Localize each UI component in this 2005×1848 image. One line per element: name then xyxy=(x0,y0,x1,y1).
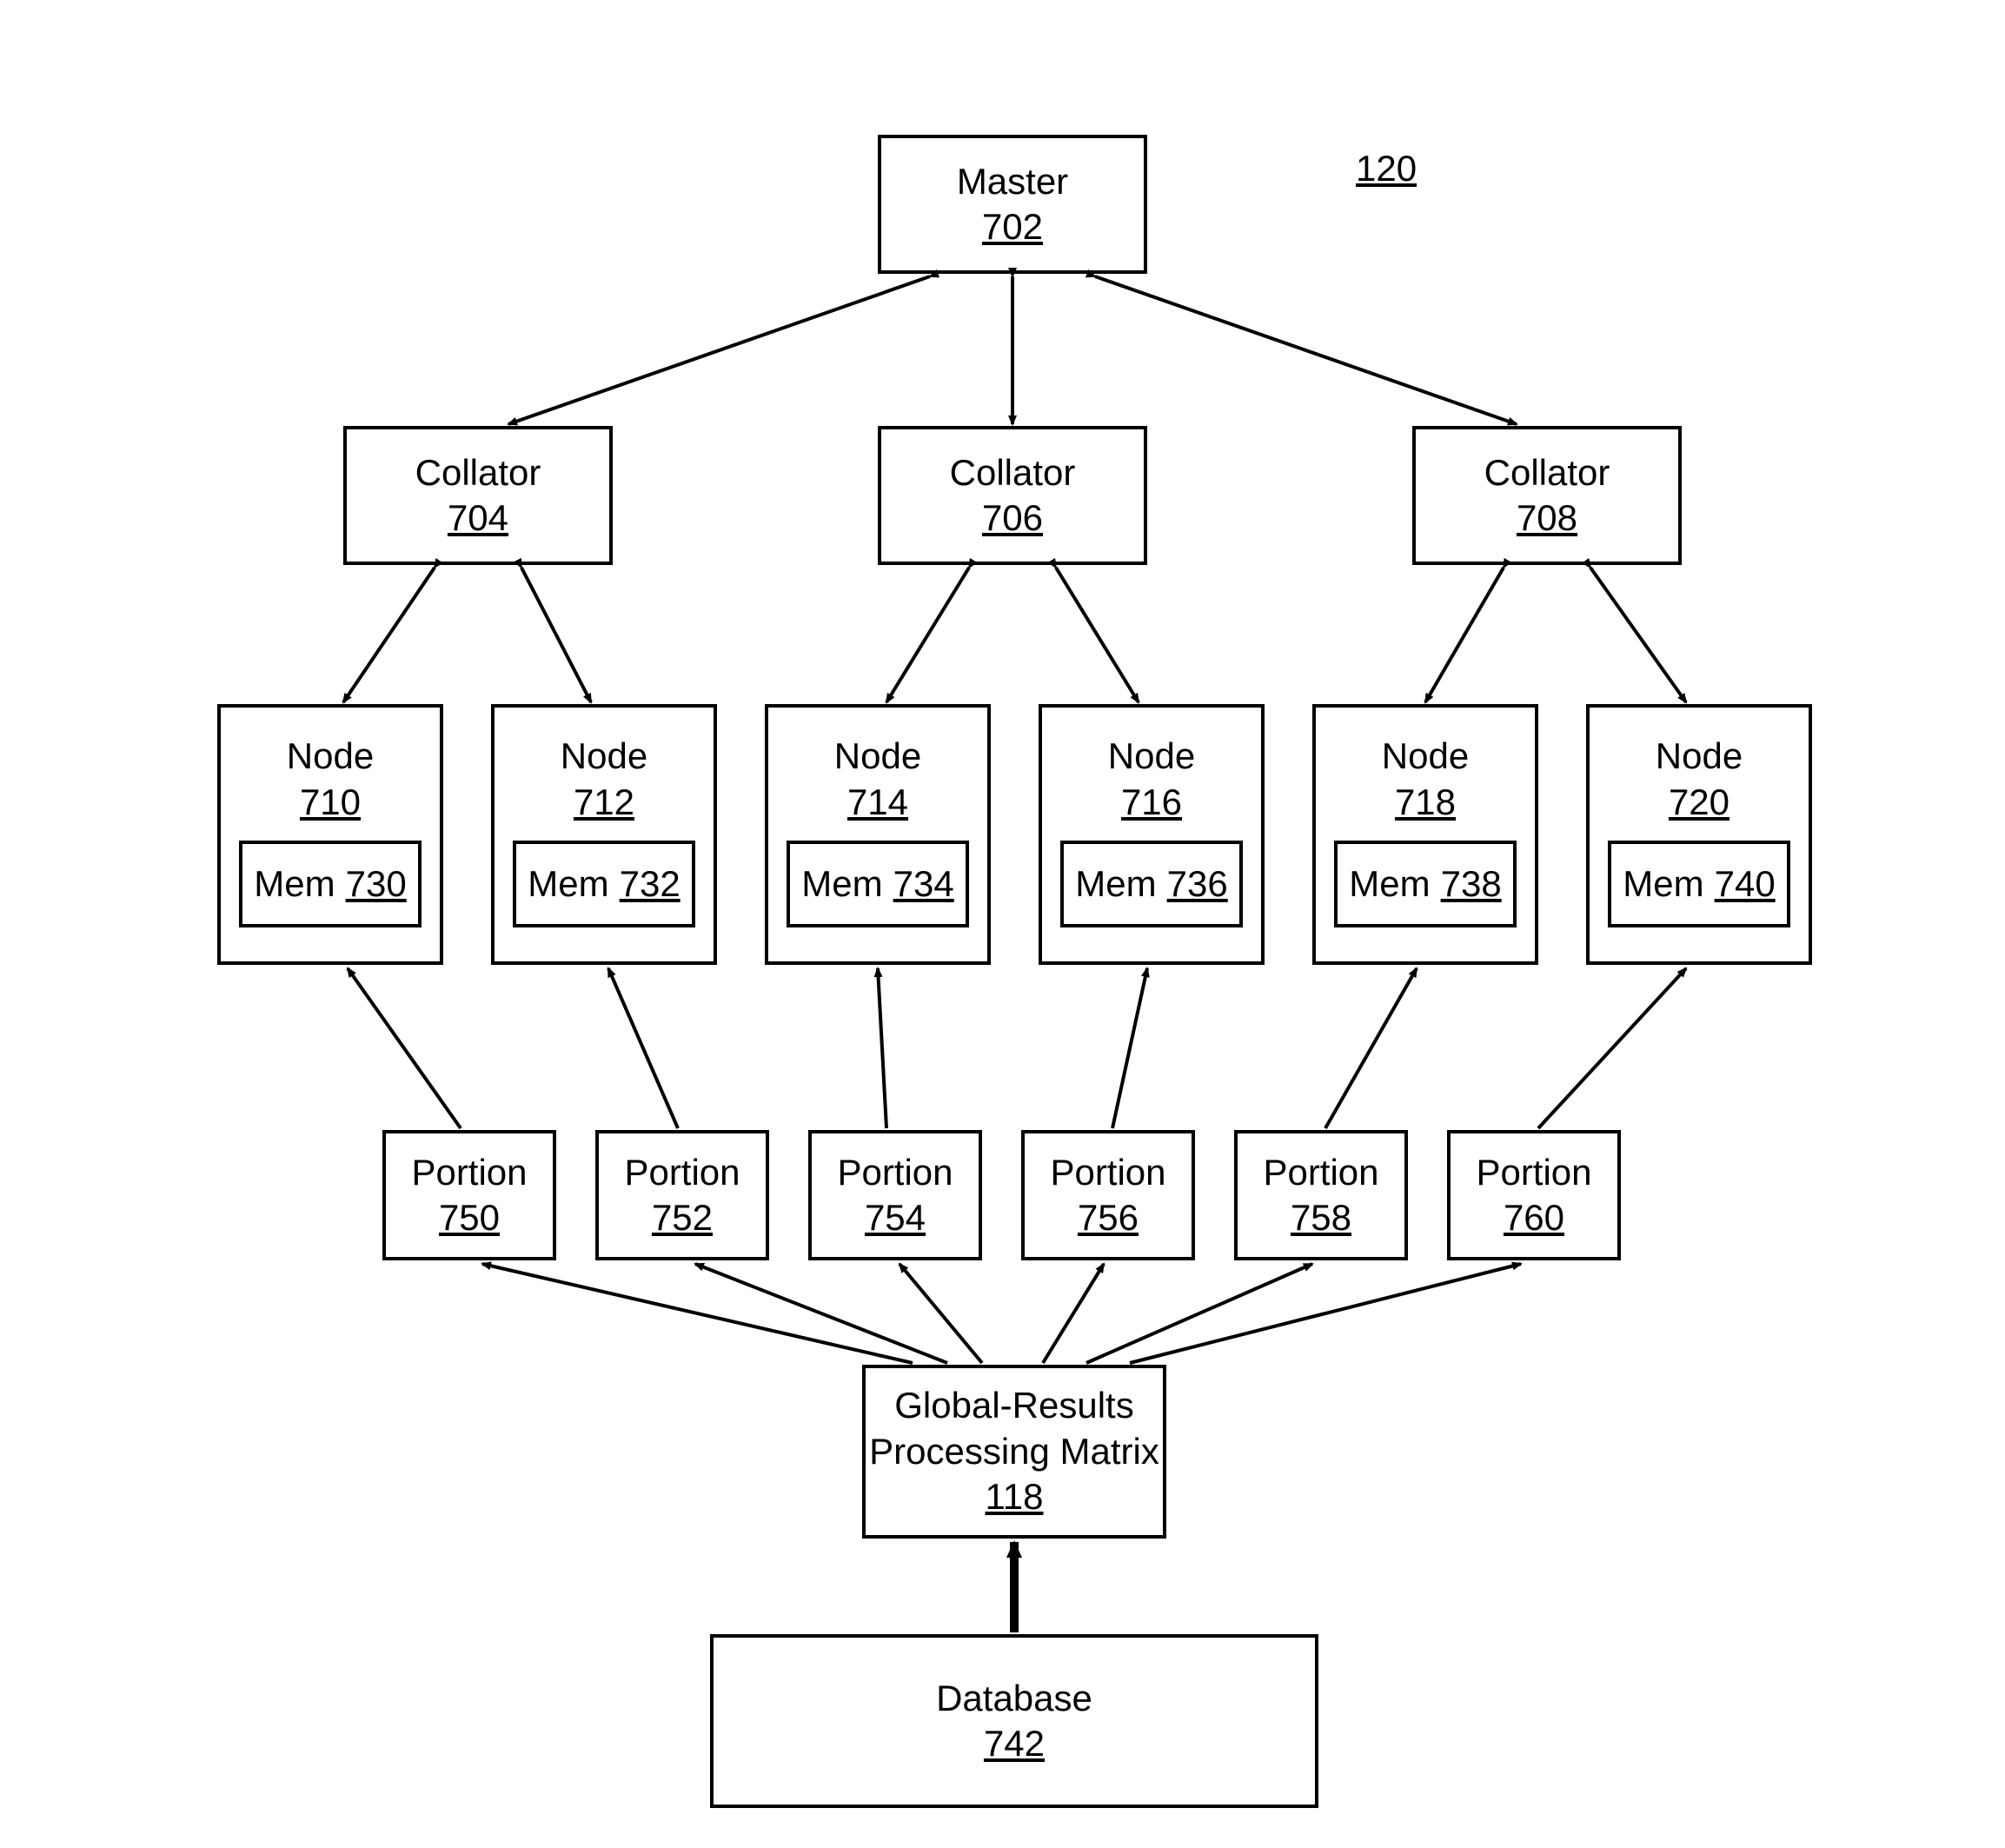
collator-ref: 706 xyxy=(982,495,1043,542)
node-ref: 710 xyxy=(300,780,361,826)
grpm-label-line2: Processing Matrix xyxy=(869,1429,1159,1475)
mem-label: Mem xyxy=(254,861,335,907)
collator-box-704: Collator 704 xyxy=(343,426,613,565)
mem-label: Mem xyxy=(801,861,882,907)
portion-box-758: Portion 758 xyxy=(1234,1130,1408,1260)
node-box-712: Node 712 Mem 732 xyxy=(491,704,717,965)
portion-box-750: Portion 750 xyxy=(382,1130,556,1260)
diagram-canvas: 120 Master 702 Collator 704 Collator 706… xyxy=(0,0,2005,1848)
mem-box-736: Mem 736 xyxy=(1060,841,1243,927)
collator-ref: 704 xyxy=(448,495,508,542)
mem-label: Mem xyxy=(528,861,608,907)
collator-label: Collator xyxy=(950,450,1076,496)
database-box: Database 742 xyxy=(710,1634,1318,1808)
portion-ref: 758 xyxy=(1291,1195,1351,1241)
node-label: Node xyxy=(1382,734,1469,780)
mem-ref: 740 xyxy=(1715,861,1776,907)
figure-reference: 120 xyxy=(1356,148,1417,189)
portion-box-754: Portion 754 xyxy=(808,1130,982,1260)
portion-ref: 752 xyxy=(652,1195,713,1241)
node-ref: 714 xyxy=(847,780,908,826)
mem-ref: 732 xyxy=(620,861,681,907)
grpm-box: Global-Results Processing Matrix 118 xyxy=(862,1365,1166,1539)
collator-label: Collator xyxy=(415,450,541,496)
mem-label: Mem xyxy=(1623,861,1703,907)
master-box: Master 702 xyxy=(878,135,1147,274)
node-label: Node xyxy=(834,734,921,780)
portion-label: Portion xyxy=(411,1150,527,1196)
portion-label: Portion xyxy=(1050,1150,1165,1196)
mem-ref: 734 xyxy=(893,861,954,907)
node-box-716: Node 716 Mem 736 xyxy=(1039,704,1265,965)
mem-box-734: Mem 734 xyxy=(787,841,969,927)
database-ref: 742 xyxy=(984,1721,1045,1767)
master-ref: 702 xyxy=(982,204,1043,250)
portion-ref: 750 xyxy=(439,1195,500,1241)
collator-box-706: Collator 706 xyxy=(878,426,1147,565)
mem-label: Mem xyxy=(1075,861,1156,907)
mem-box-730: Mem 730 xyxy=(239,841,422,927)
node-box-720: Node 720 Mem 740 xyxy=(1586,704,1812,965)
collator-ref: 708 xyxy=(1517,495,1577,542)
node-label: Node xyxy=(561,734,647,780)
node-ref: 720 xyxy=(1669,780,1729,826)
portion-ref: 756 xyxy=(1078,1195,1139,1241)
grpm-label-line1: Global-Results xyxy=(894,1383,1133,1429)
portion-label: Portion xyxy=(624,1150,740,1196)
node-ref: 718 xyxy=(1395,780,1456,826)
node-ref: 712 xyxy=(574,780,634,826)
mem-box-738: Mem 738 xyxy=(1334,841,1517,927)
node-box-718: Node 718 Mem 738 xyxy=(1312,704,1538,965)
grpm-ref: 118 xyxy=(986,1474,1044,1520)
portion-label: Portion xyxy=(1476,1150,1591,1196)
mem-box-732: Mem 732 xyxy=(513,841,695,927)
mem-ref: 736 xyxy=(1167,861,1228,907)
portion-box-752: Portion 752 xyxy=(595,1130,769,1260)
mem-box-740: Mem 740 xyxy=(1608,841,1790,927)
mem-ref: 738 xyxy=(1441,861,1502,907)
mem-label: Mem xyxy=(1349,861,1430,907)
portion-box-760: Portion 760 xyxy=(1447,1130,1621,1260)
mem-ref: 730 xyxy=(346,861,407,907)
database-label: Database xyxy=(936,1676,1092,1722)
portion-label: Portion xyxy=(1263,1150,1378,1196)
node-label: Node xyxy=(287,734,374,780)
portion-ref: 760 xyxy=(1504,1195,1564,1241)
portion-label: Portion xyxy=(837,1150,953,1196)
collator-label: Collator xyxy=(1484,450,1610,496)
node-box-714: Node 714 Mem 734 xyxy=(765,704,991,965)
node-box-710: Node 710 Mem 730 xyxy=(217,704,443,965)
portion-box-756: Portion 756 xyxy=(1021,1130,1195,1260)
collator-box-708: Collator 708 xyxy=(1412,426,1682,565)
node-label: Node xyxy=(1108,734,1195,780)
portion-ref: 754 xyxy=(865,1195,926,1241)
master-label: Master xyxy=(957,159,1068,205)
node-label: Node xyxy=(1656,734,1743,780)
node-ref: 716 xyxy=(1121,780,1182,826)
